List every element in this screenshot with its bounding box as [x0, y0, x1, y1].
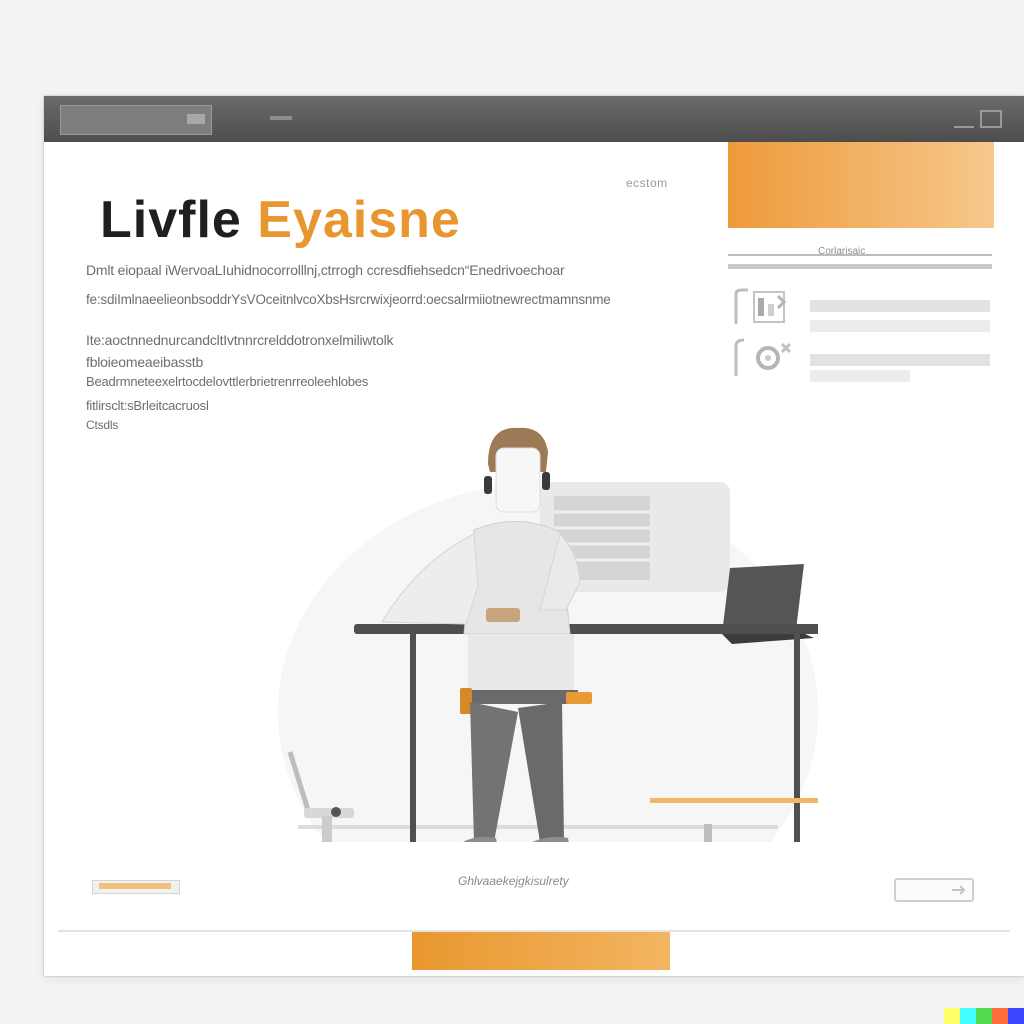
title-bar: [44, 96, 1024, 142]
body-text-line: fbloieomeaeibasstb: [86, 354, 204, 370]
body-text-line: Dmlt eiopaal iWervoaLIuhidnocorrolllnj,c…: [86, 262, 565, 278]
maximize-icon[interactable]: [980, 110, 1002, 128]
header-caption: ecstom: [626, 176, 668, 190]
browser-tab[interactable]: [60, 105, 212, 135]
browser-window: Livfle Eyaisne ecstom Dmlt eiopaal iWerv…: [44, 96, 1024, 976]
sidebar-divider: [728, 254, 992, 256]
sidebar-line: [810, 354, 990, 366]
sidebar-progress: [728, 264, 992, 269]
tab-close-icon[interactable]: [187, 114, 205, 124]
left-slider-fill: [99, 883, 171, 889]
sidebar-line: [810, 300, 990, 312]
cta-button[interactable]: [412, 932, 670, 970]
body-text-line: Ite:aoctnnednurcandcltIvtnnrcrelddotronx…: [86, 332, 394, 348]
logo-word-2: Eyaisne: [257, 191, 461, 249]
sidebar-line: [810, 320, 990, 332]
next-button[interactable]: [894, 878, 974, 902]
color-strip: [944, 1008, 1024, 1024]
address-indicator: [270, 116, 292, 120]
standing-desk-illustration: [278, 372, 818, 842]
logo-word-1: Livfle: [100, 191, 242, 249]
sidebar-line: [810, 370, 910, 382]
body-text-line: fitlirsclt:sBrleitcacruosl: [86, 398, 209, 413]
sidebar-banner[interactable]: [728, 142, 994, 228]
left-slider[interactable]: [92, 880, 180, 894]
body-text-line: fe:sdiImlnaeelieonbsoddrYsVOceitnlvcoXbs…: [86, 292, 611, 307]
body-text-line: Ctsdls: [86, 418, 119, 432]
minimize-icon[interactable]: [954, 110, 974, 128]
site-logo[interactable]: Livfle Eyaisne: [100, 190, 461, 250]
illustration-caption: Ghlvaaekejgkisulrety: [458, 874, 569, 888]
window-controls: [954, 110, 1006, 128]
page-content: Livfle Eyaisne ecstom Dmlt eiopaal iWerv…: [58, 142, 1010, 970]
chart-icon[interactable]: [728, 288, 798, 328]
